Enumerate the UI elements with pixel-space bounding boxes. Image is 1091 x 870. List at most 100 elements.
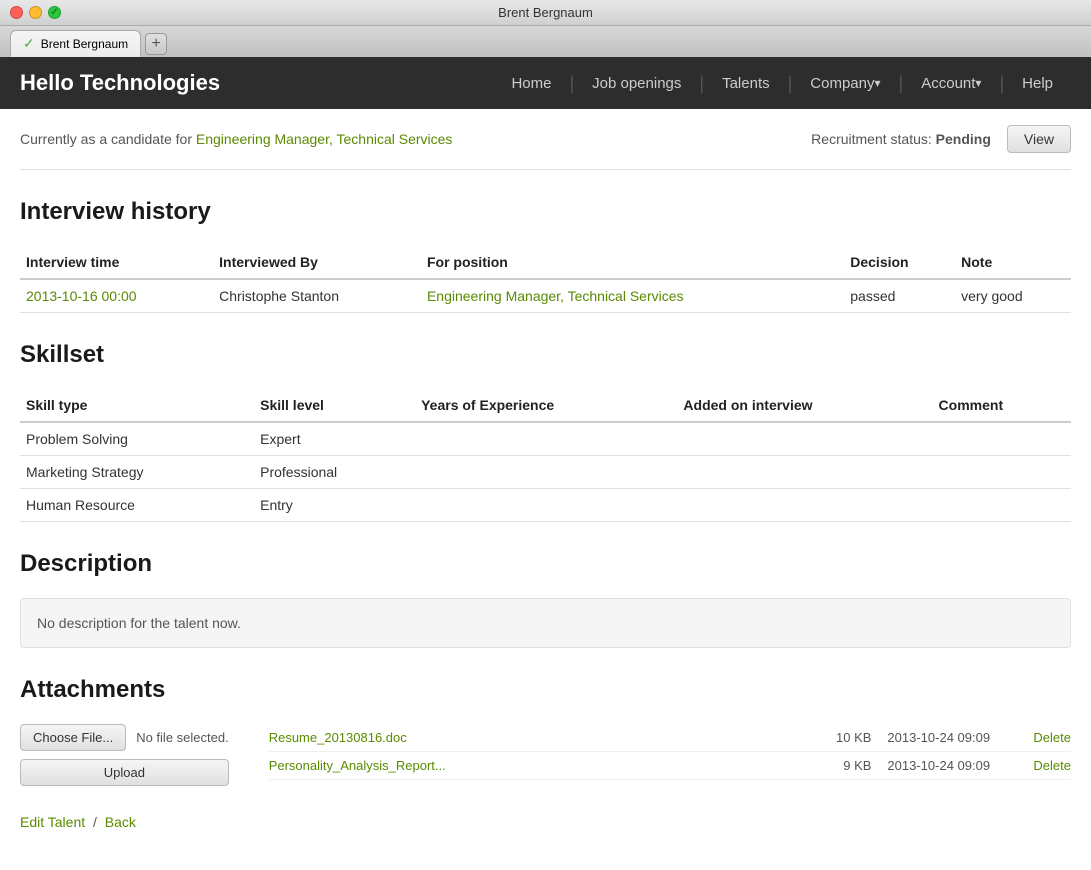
skillset-section: Skillset Skill type Skill level Years of… xyxy=(20,341,1071,522)
navbar: Hello Technologies Home | Job openings |… xyxy=(0,57,1091,109)
active-tab[interactable]: ✓ Brent Bergnaum xyxy=(10,30,141,57)
for-position-link[interactable]: Engineering Manager, Technical Services xyxy=(427,288,684,304)
col-decision: Decision xyxy=(844,246,955,279)
skillset-title: Skillset xyxy=(20,341,1071,377)
nav-home[interactable]: Home xyxy=(493,57,569,109)
table-row: 2013-10-16 00:00 Christophe Stanton Engi… xyxy=(20,279,1071,313)
position-link[interactable]: Engineering Manager, Technical Services xyxy=(196,131,453,147)
page-content: Currently as a candidate for Engineering… xyxy=(0,109,1091,870)
file-input-area: Choose File... No file selected. xyxy=(20,724,229,751)
footer-separator: / xyxy=(93,814,97,830)
attachment-list: Resume_20130816.doc 10 KB 2013-10-24 09:… xyxy=(269,724,1071,780)
traffic-lights: ✓ xyxy=(10,6,61,19)
skillset-tbody: Problem Solving Expert Marketing Strateg… xyxy=(20,422,1071,522)
col-comment: Comment xyxy=(933,389,1071,422)
years-cell xyxy=(415,489,677,522)
delete-attachment-link[interactable]: Delete xyxy=(1033,730,1071,745)
attachments-layout: Choose File... No file selected. Upload … xyxy=(20,724,1071,786)
note-cell: very good xyxy=(955,279,1071,313)
status-label: Recruitment status: Pending xyxy=(811,131,991,147)
interview-history-table: Interview time Interviewed By For positi… xyxy=(20,246,1071,313)
interviewed-by-cell: Christophe Stanton xyxy=(213,279,421,313)
interview-time-link[interactable]: 2013-10-16 00:00 xyxy=(26,288,137,304)
attachments-right: Resume_20130816.doc 10 KB 2013-10-24 09:… xyxy=(269,724,1071,780)
attachment-name-link[interactable]: Resume_20130816.doc xyxy=(269,730,806,745)
skillset-thead: Skill type Skill level Years of Experien… xyxy=(20,389,1071,422)
tab-label: Brent Bergnaum xyxy=(41,37,128,51)
years-cell xyxy=(415,456,677,489)
candidate-prefix: Currently as a candidate for xyxy=(20,131,196,147)
years-cell xyxy=(415,422,677,456)
attachment-size: 9 KB xyxy=(821,758,871,773)
edit-talent-link[interactable]: Edit Talent xyxy=(20,814,85,830)
skill-type-cell: Marketing Strategy xyxy=(20,456,254,489)
col-interviewed-by: Interviewed By xyxy=(213,246,421,279)
upload-button[interactable]: Upload xyxy=(20,759,229,786)
new-tab-button[interactable]: + xyxy=(145,33,167,55)
skillset-header-row: Skill type Skill level Years of Experien… xyxy=(20,389,1071,422)
comment-cell xyxy=(933,422,1071,456)
attachment-name-link[interactable]: Personality_Analysis_Report... xyxy=(269,758,806,773)
interview-history-title: Interview history xyxy=(20,198,1071,234)
attachment-row: Personality_Analysis_Report... 9 KB 2013… xyxy=(269,752,1071,780)
skillset-table: Skill type Skill level Years of Experien… xyxy=(20,389,1071,522)
col-for-position: For position xyxy=(421,246,844,279)
comment-cell xyxy=(933,489,1071,522)
interview-history-header-row: Interview time Interviewed By For positi… xyxy=(20,246,1071,279)
tab-bar: ✓ Brent Bergnaum + xyxy=(0,26,1091,57)
added-on-cell xyxy=(677,422,932,456)
window-chrome: ✓ Brent Bergnaum xyxy=(0,0,1091,26)
description-title: Description xyxy=(20,550,1071,586)
description-box: No description for the talent now. xyxy=(20,598,1071,648)
col-interview-time: Interview time xyxy=(20,246,213,279)
skill-type-cell: Problem Solving xyxy=(20,422,254,456)
attachment-row: Resume_20130816.doc 10 KB 2013-10-24 09:… xyxy=(269,724,1071,752)
skill-level-cell: Entry xyxy=(254,489,415,522)
back-link[interactable]: Back xyxy=(105,814,136,830)
table-row: Human Resource Entry xyxy=(20,489,1071,522)
table-row: Marketing Strategy Professional xyxy=(20,456,1071,489)
interview-history-tbody: 2013-10-16 00:00 Christophe Stanton Engi… xyxy=(20,279,1071,313)
nav-job-openings[interactable]: Job openings xyxy=(574,57,699,109)
skill-level-cell: Professional xyxy=(254,456,415,489)
added-on-cell xyxy=(677,489,932,522)
table-row: Problem Solving Expert xyxy=(20,422,1071,456)
col-skill-type: Skill type xyxy=(20,389,254,422)
delete-attachment-link[interactable]: Delete xyxy=(1033,758,1071,773)
nav-talents[interactable]: Talents xyxy=(704,57,788,109)
decision-cell: passed xyxy=(844,279,955,313)
added-on-cell xyxy=(677,456,932,489)
description-section: Description No description for the talen… xyxy=(20,550,1071,648)
comment-cell xyxy=(933,456,1071,489)
minimize-button[interactable] xyxy=(29,6,42,19)
attachment-date: 2013-10-24 09:09 xyxy=(887,758,1017,773)
col-added-on-interview: Added on interview xyxy=(677,389,932,422)
no-file-text: No file selected. xyxy=(136,730,229,745)
attachments-left: Choose File... No file selected. Upload xyxy=(20,724,229,786)
status-value: Pending xyxy=(936,131,991,147)
attachment-size: 10 KB xyxy=(821,730,871,745)
attachment-date: 2013-10-24 09:09 xyxy=(887,730,1017,745)
description-text: No description for the talent now. xyxy=(37,615,241,631)
tab-check-icon: ✓ xyxy=(23,35,35,52)
choose-file-button[interactable]: Choose File... xyxy=(20,724,126,751)
skill-type-cell: Human Resource xyxy=(20,489,254,522)
candidate-bar-left: Currently as a candidate for Engineering… xyxy=(20,131,452,147)
interview-history-thead: Interview time Interviewed By For positi… xyxy=(20,246,1071,279)
brand-logo: Hello Technologies xyxy=(20,70,220,96)
skill-level-cell: Expert xyxy=(254,422,415,456)
interview-history-section: Interview history Interview time Intervi… xyxy=(20,198,1071,313)
interview-time-cell: 2013-10-16 00:00 xyxy=(20,279,213,313)
nav-account[interactable]: Account xyxy=(903,57,999,109)
footer-links: Edit Talent / Back xyxy=(20,814,1071,830)
for-position-cell: Engineering Manager, Technical Services xyxy=(421,279,844,313)
nav-help[interactable]: Help xyxy=(1004,57,1071,109)
nav-links: Home | Job openings | Talents | Company … xyxy=(493,57,1071,109)
nav-company[interactable]: Company xyxy=(792,57,898,109)
col-skill-level: Skill level xyxy=(254,389,415,422)
window-title: Brent Bergnaum xyxy=(498,5,593,20)
view-button[interactable]: View xyxy=(1007,125,1071,153)
maximize-button[interactable]: ✓ xyxy=(48,6,61,19)
close-button[interactable] xyxy=(10,6,23,19)
attachments-section: Attachments Choose File... No file selec… xyxy=(20,676,1071,786)
